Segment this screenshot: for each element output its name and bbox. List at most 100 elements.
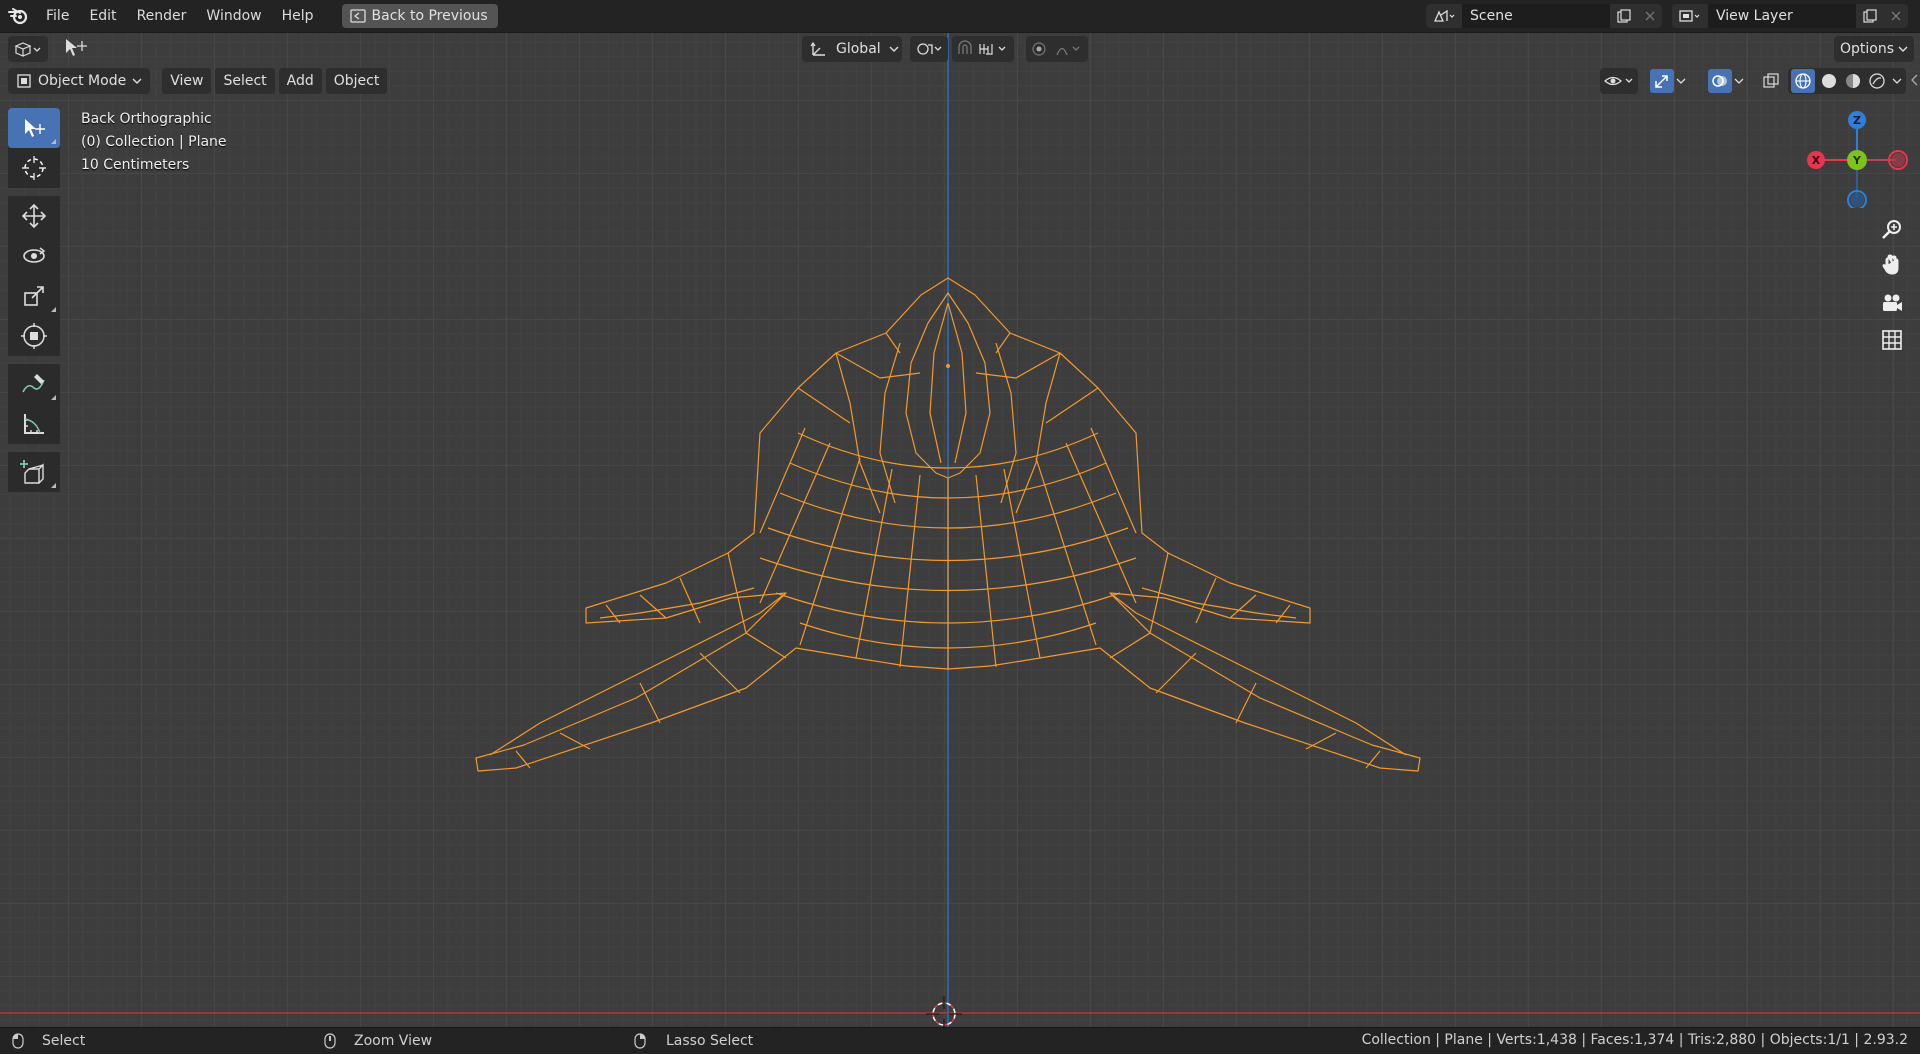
object-mode-dropdown[interactable]: Object Mode [8,68,151,94]
menu-edit[interactable]: Edit [79,3,126,29]
proportional-edit-icon [1032,42,1080,56]
mouse-left-icon [12,1033,24,1049]
delete-view-layer-icon[interactable] [1884,4,1908,28]
chevron-down-icon [889,46,899,52]
tool-shelf [7,108,61,492]
wireframe-shading-icon[interactable] [1791,69,1815,93]
menu-view[interactable]: View [162,68,212,94]
scene-browse-icon[interactable] [1426,4,1462,28]
viewport-canvas [0,33,1920,1033]
rotate-tool[interactable] [8,236,60,276]
grid-scale-text: 10 Centimeters [81,157,190,173]
navigation-gizmo[interactable]: Z X Y [1800,108,1910,208]
pan-view-button[interactable] [1875,248,1909,282]
menu-select[interactable]: Select [215,68,275,94]
options-dropdown[interactable]: Options [1834,36,1914,62]
menu-render[interactable]: Render [127,3,197,29]
gizmo-y-label: Y [1852,154,1862,167]
transform-orientation-dropdown[interactable]: Global [802,36,902,62]
editor-type-icon [14,42,41,57]
select-tool-mode-icon[interactable] [62,37,90,59]
scale-tool[interactable] [8,276,60,316]
menu-object[interactable]: Object [325,68,388,94]
select-cursor-icon [25,119,45,137]
scale-icon [24,286,44,306]
shading-mode-group [1788,68,1906,94]
cursor-tool[interactable] [8,148,60,188]
delete-scene-icon[interactable] [1638,4,1662,28]
scene-statistics: Collection | Plane | Verts:1,438 | Faces… [1361,1032,1908,1048]
rendered-shading-icon[interactable] [1867,72,1887,90]
proportional-editing-toggle[interactable] [1026,36,1088,62]
status-zoom-label: Zoom View [354,1033,433,1049]
menu-add[interactable]: Add [278,68,322,94]
3d-viewport[interactable] [0,33,1920,1033]
blender-logo-icon[interactable] [0,0,36,32]
camera-icon [1883,294,1902,311]
back-to-previous-button[interactable]: Back to Previous [341,4,498,28]
viewport-info-overlay: Back Orthographic (0) Collection | Plane… [81,108,227,177]
gizmo-z-label: Z [1853,114,1861,127]
chevron-down-icon [1892,78,1902,84]
status-bar: Select Zoom View Lasso Select Collection… [0,1027,1920,1054]
add-cube-icon [20,460,44,484]
material-preview-icon[interactable] [1843,72,1863,90]
status-lasso-label: Lasso Select [666,1033,754,1049]
view-layer-browse-icon[interactable] [1672,4,1708,28]
sidebar-toggle-icon[interactable] [1910,74,1918,86]
solid-shading-icon[interactable] [1819,72,1839,90]
annotate-tool[interactable] [8,364,60,404]
chevron-down-icon [1734,78,1744,84]
top-bar: File Edit Render Window Help Back to Pre… [0,0,1920,33]
new-view-layer-icon[interactable] [1856,4,1884,28]
menu-window[interactable]: Window [196,3,271,29]
zoom-magnifier-icon [1882,220,1901,239]
add-cube-tool[interactable] [8,452,60,492]
move-tool[interactable] [8,196,60,236]
view-layer-name-field[interactable]: View Layer [1708,4,1856,28]
visibility-dropdown[interactable] [1600,68,1638,94]
mouse-right-icon [634,1033,646,1049]
cursor-icon [22,156,46,180]
status-select-hint: Select [12,1033,85,1049]
gizmo-x-label: X [1812,154,1821,167]
back-icon [349,9,366,23]
viewport-header: Object Mode View Select Add Object [0,66,1920,96]
zoom-view-button[interactable] [1875,212,1909,246]
mouse-middle-icon [324,1033,336,1049]
rotate-icon [23,247,46,263]
overlay-toggle[interactable] [1702,68,1752,94]
status-select-label: Select [42,1033,86,1049]
toggle-perspective-button[interactable] [1875,323,1909,357]
xray-toggle[interactable] [1758,68,1784,94]
object-origin [946,364,950,368]
status-lasso-hint: Lasso Select [634,1033,753,1049]
annotate-pencil-icon [22,374,45,393]
scene-name-field[interactable]: Scene [1462,4,1610,28]
status-zoom-hint: Zoom View [324,1033,432,1049]
measure-tool[interactable] [8,404,60,444]
magnet-icon [958,40,1006,55]
scene-selector[interactable]: Scene [1426,4,1662,28]
eye-icon [1604,76,1633,86]
new-scene-icon[interactable] [1610,4,1638,28]
camera-view-button[interactable] [1875,286,1909,320]
menu-help[interactable]: Help [272,3,324,29]
select-box-tool[interactable] [8,108,60,148]
snap-toggle[interactable] [952,36,1014,62]
orientation-icon [810,41,825,56]
menu-file[interactable]: File [36,3,79,29]
editor-type-button[interactable] [8,36,48,62]
view-layer-selector[interactable]: View Layer [1672,4,1908,28]
gizmo-toggle[interactable] [1644,68,1694,94]
hand-icon [1882,254,1899,275]
back-to-previous-label: Back to Previous [371,8,488,24]
transform-orientation-label: Global [836,41,881,57]
chevron-down-icon [132,78,142,84]
pivot-point-dropdown[interactable] [910,36,948,62]
chevron-down-icon [1676,78,1686,84]
transform-icon [21,323,47,349]
transform-tool[interactable] [8,316,60,356]
pivot-icon [917,43,942,55]
object-mode-label: Object Mode [38,73,127,89]
